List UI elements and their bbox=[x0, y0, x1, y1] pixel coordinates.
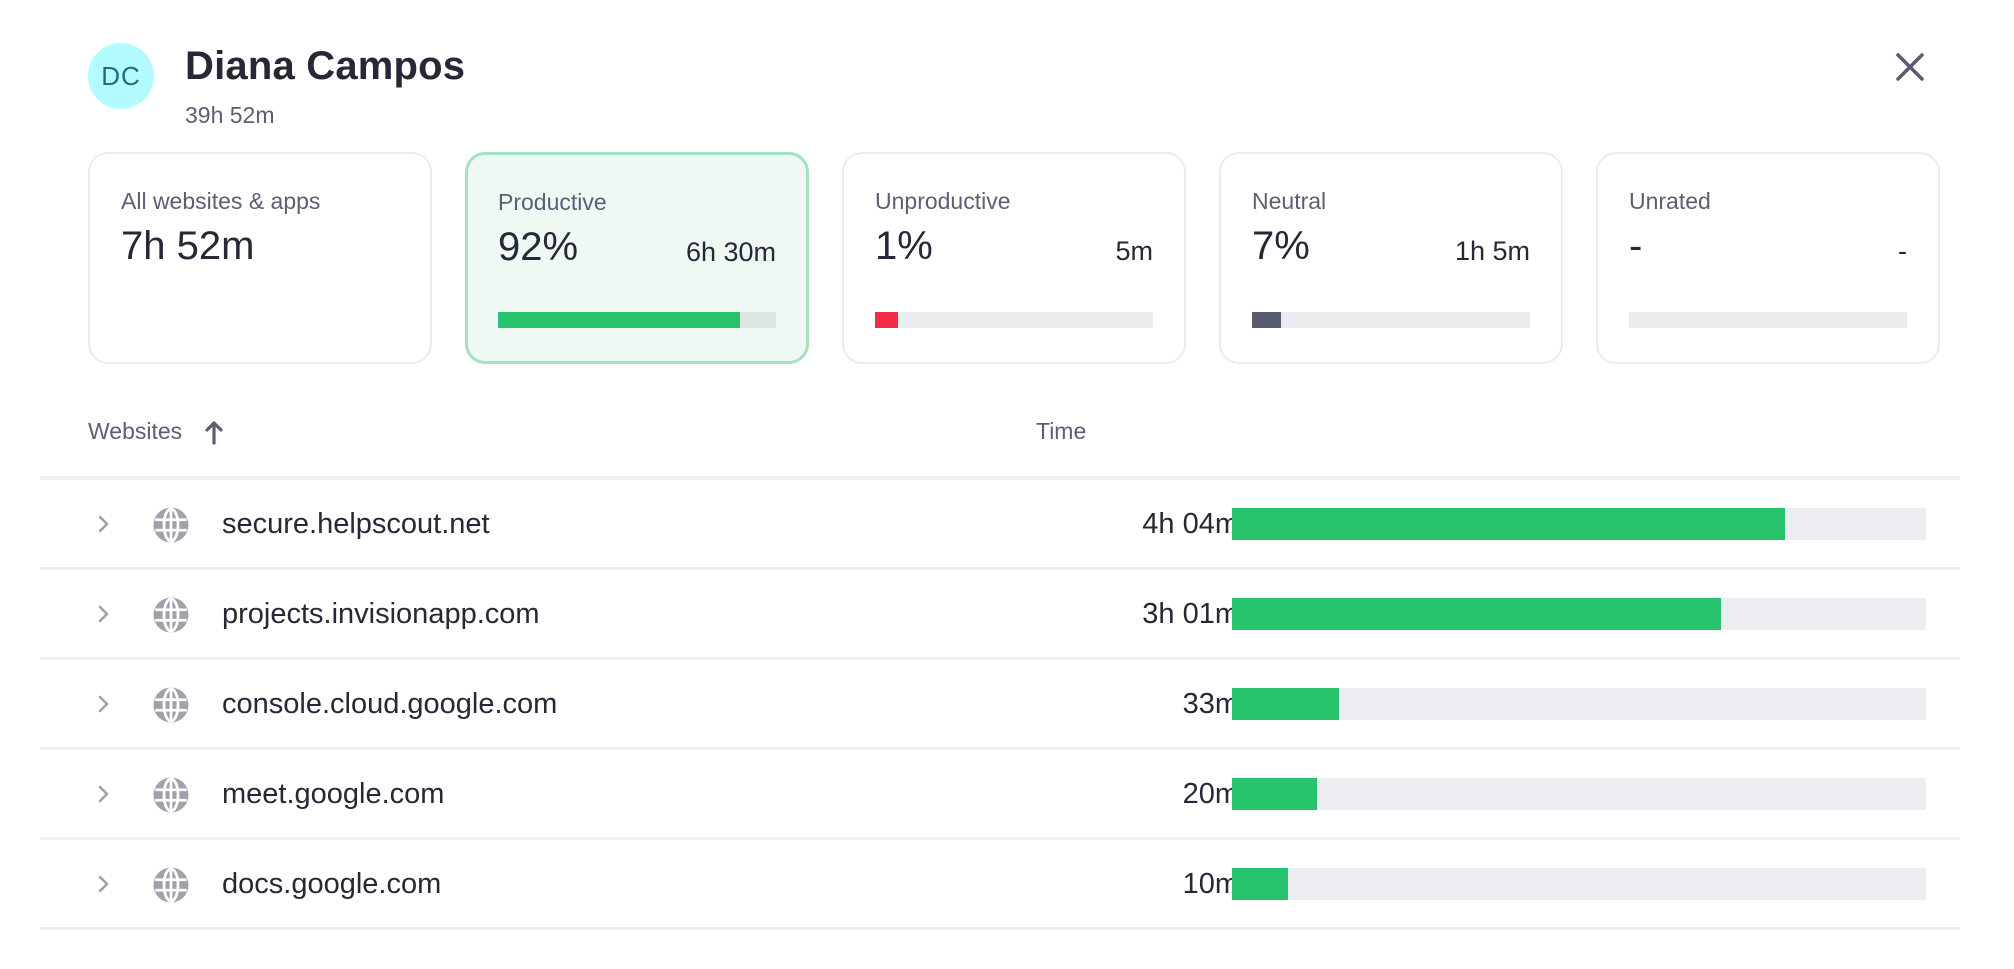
website-time-bar-fill bbox=[1232, 868, 1288, 900]
card-label: Unrated bbox=[1629, 188, 1711, 214]
website-list: secure.helpscout.net 4h 04m projects.inv… bbox=[40, 480, 1960, 930]
column-header-websites-label: Websites bbox=[88, 418, 183, 444]
card-progress-bar bbox=[498, 312, 776, 328]
card-progress-bar bbox=[1252, 312, 1530, 328]
card-label: Unproductive bbox=[875, 188, 1011, 214]
website-time: 3h 01m bbox=[1142, 598, 1239, 630]
website-time-bar-fill bbox=[1232, 508, 1786, 540]
card-value: 7h 52m bbox=[121, 224, 255, 268]
card-time: 1h 5m bbox=[1454, 236, 1530, 266]
website-name: meet.google.com bbox=[222, 778, 445, 810]
table-row[interactable]: meet.google.com 20m bbox=[40, 750, 1960, 840]
website-time-bar bbox=[1232, 778, 1926, 810]
globe-icon bbox=[153, 507, 189, 543]
card-percent: 1% bbox=[875, 224, 933, 268]
table-row[interactable]: docs.google.com 10m bbox=[40, 840, 1960, 930]
card-label: Neutral bbox=[1252, 188, 1327, 214]
card-progress-fill bbox=[1252, 312, 1282, 328]
chevron-right-icon[interactable] bbox=[96, 872, 112, 896]
card-time: 5m bbox=[1115, 236, 1153, 266]
website-time-bar bbox=[1232, 598, 1926, 630]
card-unproductive[interactable]: Unproductive 1% 5m bbox=[842, 152, 1186, 364]
card-progress-bar bbox=[875, 312, 1153, 328]
card-productive[interactable]: Productive 92% 6h 30m bbox=[465, 152, 809, 364]
card-label: All websites & apps bbox=[121, 188, 321, 214]
website-name: secure.helpscout.net bbox=[222, 508, 490, 540]
website-time-bar bbox=[1232, 688, 1926, 720]
website-time-bar bbox=[1232, 508, 1926, 540]
card-label: Productive bbox=[498, 189, 607, 215]
website-name: projects.invisionapp.com bbox=[222, 598, 540, 630]
card-progress-bar bbox=[1629, 312, 1907, 328]
chevron-right-icon[interactable] bbox=[96, 782, 112, 806]
globe-icon bbox=[153, 687, 189, 723]
card-neutral[interactable]: Neutral 7% 1h 5m bbox=[1219, 152, 1563, 364]
card-percent: 92% bbox=[498, 225, 579, 269]
website-time: 4h 04m bbox=[1142, 508, 1239, 540]
website-time: 10m bbox=[1182, 868, 1239, 900]
globe-icon bbox=[153, 867, 189, 903]
table-row[interactable]: console.cloud.google.com 33m bbox=[40, 660, 1960, 750]
card-progress-fill bbox=[498, 312, 740, 328]
website-name: docs.google.com bbox=[222, 868, 442, 900]
card-all[interactable]: All websites & apps 7h 52m bbox=[88, 152, 432, 364]
chevron-right-icon[interactable] bbox=[96, 692, 112, 716]
globe-icon bbox=[153, 597, 189, 633]
close-button[interactable] bbox=[1893, 50, 1927, 84]
table-row[interactable]: projects.invisionapp.com 3h 01m bbox=[40, 570, 1960, 660]
card-percent: 7% bbox=[1252, 224, 1310, 268]
website-time: 33m bbox=[1182, 688, 1239, 720]
website-time-bar-fill bbox=[1232, 598, 1722, 630]
website-time-bar-fill bbox=[1232, 778, 1317, 810]
card-time: - bbox=[1898, 236, 1907, 266]
user-total-time: 39h 52m bbox=[185, 102, 275, 128]
website-time: 20m bbox=[1182, 778, 1239, 810]
card-percent: - bbox=[1629, 224, 1643, 268]
card-time: 6h 30m bbox=[685, 237, 776, 267]
close-icon bbox=[1896, 53, 1924, 81]
avatar-initials: DC bbox=[101, 60, 141, 91]
globe-icon bbox=[153, 777, 189, 813]
website-name: console.cloud.google.com bbox=[222, 688, 558, 720]
card-unrated[interactable]: Unrated - - bbox=[1596, 152, 1940, 364]
arrow-up-icon bbox=[205, 420, 223, 445]
website-time-bar-fill bbox=[1232, 688, 1339, 720]
column-header-websites[interactable]: Websites bbox=[88, 418, 224, 445]
table-row[interactable]: secure.helpscout.net 4h 04m bbox=[40, 480, 1960, 570]
website-time-bar bbox=[1232, 868, 1926, 900]
card-progress-fill bbox=[875, 312, 899, 328]
table-header: Websites Time bbox=[88, 414, 1968, 448]
user-name: Diana Campos bbox=[185, 44, 466, 88]
column-header-time[interactable]: Time bbox=[1036, 418, 1086, 445]
category-cards: All websites & apps 7h 52m Productive 92… bbox=[88, 152, 1940, 364]
chevron-right-icon[interactable] bbox=[96, 512, 112, 536]
chevron-right-icon[interactable] bbox=[96, 602, 112, 626]
avatar: DC bbox=[88, 43, 154, 109]
